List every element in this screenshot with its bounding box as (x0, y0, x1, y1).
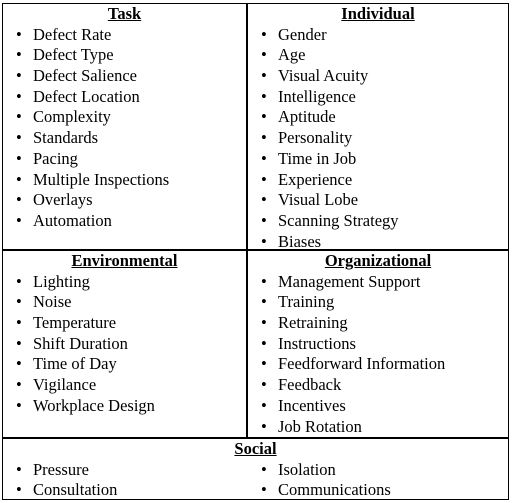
list-item: Training (248, 292, 508, 313)
list-item: Job Rotation (248, 417, 508, 438)
environmental-cell: Environmental LightingNoiseTemperatureSh… (3, 251, 246, 417)
list-item: Feedback (248, 375, 508, 396)
list-item: Personality (248, 128, 508, 149)
individual-cell: Individual GenderAgeVisual AcuityIntelli… (248, 4, 508, 252)
list-item: Lighting (3, 272, 246, 293)
list-item: Intelligence (248, 87, 508, 108)
list-item: Standards (3, 128, 246, 149)
list-item: Temperature (3, 313, 246, 334)
list-item: Visual Lobe (248, 190, 508, 211)
individual-list: GenderAgeVisual AcuityIntelligenceAptitu… (248, 25, 508, 253)
task-header: Task (107, 4, 142, 23)
list-item: Gender (248, 25, 508, 46)
list-item: Defect Location (3, 87, 246, 108)
social-list-left: PressureConsultation (3, 460, 246, 501)
list-item: Pressure (3, 460, 246, 481)
list-item: Defect Salience (3, 66, 246, 87)
task-cell: Task Defect RateDefect TypeDefect Salien… (3, 4, 246, 232)
list-item: Feedforward Information (248, 354, 508, 375)
social-header: Social (234, 439, 277, 458)
list-item: Workplace Design (3, 396, 246, 417)
individual-header: Individual (341, 4, 415, 23)
list-item: Defect Rate (3, 25, 246, 46)
list-item: Experience (248, 170, 508, 191)
list-item: Management Support (248, 272, 508, 293)
social-cell: Social PressureConsultation IsolationCom… (3, 439, 508, 501)
list-item: Multiple Inspections (3, 170, 246, 191)
list-item: Visual Acuity (248, 66, 508, 87)
list-item: Communications (248, 480, 508, 501)
list-item: Shift Duration (3, 334, 246, 355)
list-item: Incentives (248, 396, 508, 417)
social-list-right: IsolationCommunications (248, 460, 508, 501)
list-item: Isolation (248, 460, 508, 481)
list-item: Time of Day (3, 354, 246, 375)
list-item: Defect Type (3, 45, 246, 66)
list-item: Consultation (3, 480, 246, 501)
list-item: Retraining (248, 313, 508, 334)
list-item: Scanning Strategy (248, 211, 508, 232)
list-item: Instructions (248, 334, 508, 355)
environmental-list: LightingNoiseTemperatureShift DurationTi… (3, 272, 246, 417)
list-item: Time in Job (248, 149, 508, 170)
list-item: Pacing (3, 149, 246, 170)
list-item: Aptitude (248, 107, 508, 128)
list-item: Age (248, 45, 508, 66)
environmental-header: Environmental (71, 251, 178, 270)
organizational-cell: Organizational Management SupportTrainin… (248, 251, 508, 437)
organizational-list: Management SupportTrainingRetrainingInst… (248, 272, 508, 438)
task-list: Defect RateDefect TypeDefect SalienceDef… (3, 25, 246, 232)
list-item: Noise (3, 292, 246, 313)
list-item: Biases (248, 232, 508, 253)
list-item: Vigilance (3, 375, 246, 396)
list-item: Complexity (3, 107, 246, 128)
factors-table: Task Defect RateDefect TypeDefect Salien… (2, 3, 509, 501)
list-item: Automation (3, 211, 246, 232)
list-item: Overlays (3, 190, 246, 211)
organizational-header: Organizational (324, 251, 432, 270)
